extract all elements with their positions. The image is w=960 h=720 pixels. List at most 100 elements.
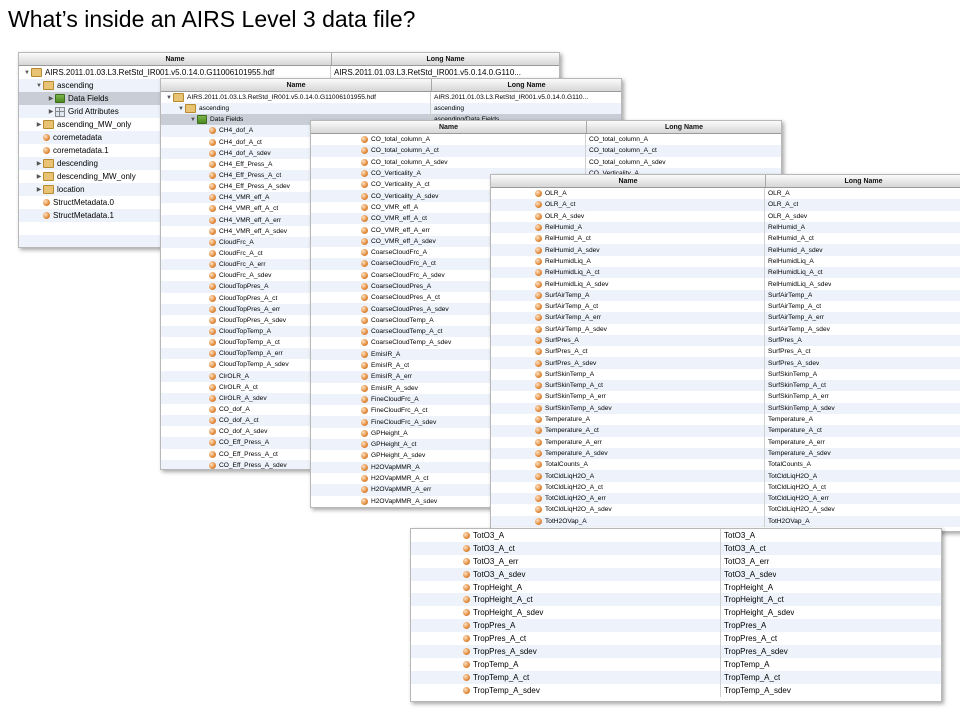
long-name-column-header[interactable]: Long Name — [766, 175, 960, 187]
expand-triangle-icon[interactable]: ▼ — [35, 83, 43, 89]
tree-row[interactable]: TotO3_A TotO3_A — [411, 529, 941, 542]
long-name-cell: TotCldLiqH2O_A_err — [768, 495, 829, 503]
collapse-triangle-icon[interactable]: ▶ — [35, 121, 43, 128]
dataset-icon — [535, 325, 542, 333]
tree-row[interactable]: SurfAirTemp_A SurfAirTemp_A — [491, 289, 960, 301]
dataset-icon — [361, 136, 368, 144]
tree-row[interactable]: SurfSkinTemp_A_ct SurfSkinTemp_A_ct — [491, 380, 960, 392]
tree-row[interactable]: TropHeight_A_ct TropHeight_A_ct — [411, 593, 941, 607]
tree-row[interactable]: RelHumidLiq_A RelHumidLiq_A — [491, 255, 960, 268]
item-name: TotalCounts_A — [545, 461, 588, 469]
tree-row[interactable]: OLR_A OLR_A — [491, 188, 960, 200]
tree-row[interactable]: CO_total_column_A_sdev CO_total_column_A_… — [311, 156, 781, 168]
dataset-icon — [463, 647, 470, 655]
collapse-triangle-icon[interactable]: ▶ — [35, 173, 43, 180]
long-name-column-header[interactable]: Long Name — [332, 53, 559, 65]
dataset-icon — [535, 427, 542, 435]
tree-row[interactable]: TotO3_A_ct TotO3_A_ct — [411, 541, 941, 555]
expand-triangle-icon[interactable]: ▼ — [189, 117, 197, 123]
expand-triangle-icon[interactable]: ▼ — [177, 106, 185, 112]
name-column-header[interactable]: Name — [19, 53, 332, 65]
tree-row[interactable]: SurfPres_A SurfPres_A — [491, 334, 960, 347]
dataset-icon — [535, 461, 542, 469]
tree-row[interactable]: Temperature_A_err Temperature_A_err — [491, 436, 960, 448]
tree-row[interactable]: SurfAirTemp_A_ct SurfAirTemp_A_ct — [491, 300, 960, 313]
tree-row[interactable]: TotH2OVap_A TotH2OVap_A — [491, 515, 960, 527]
long-name-cell: TotO3_A_sdev — [724, 569, 777, 579]
tree-row[interactable]: TotCldLiqH2O_A_err TotCldLiqH2O_A_err — [491, 493, 960, 505]
item-name: CO_VMR_eff_A_ct — [371, 215, 427, 223]
item-name: CO_VMR_eff_A_sdev — [371, 237, 436, 245]
tree-row[interactable]: CO_total_column_A CO_total_column_A — [311, 134, 781, 146]
item-name: CO_dof_A_sdev — [219, 428, 268, 436]
item-name: Temperature_A — [545, 416, 591, 424]
dataset-icon — [361, 429, 368, 437]
item-name: CoarseCloudTemp_A — [371, 316, 434, 324]
name-column-header[interactable]: Name — [491, 175, 766, 187]
collapse-triangle-icon[interactable]: ▶ — [47, 108, 55, 115]
tree-row[interactable]: SurfSkinTemp_A_err SurfSkinTemp_A_err — [491, 391, 960, 403]
dataset-icon — [361, 452, 368, 460]
tree-row[interactable]: TropTemp_A_sdev TropTemp_A_sdev — [411, 683, 941, 697]
tree-row[interactable]: TropPres_A_ct TropPres_A_ct — [411, 632, 941, 646]
long-name-cell: TropTemp_A_sdev — [724, 685, 791, 695]
long-name-cell: TotH2OVap_A — [768, 517, 810, 525]
tree-row[interactable]: TotCldLiqH2O_A_ct TotCldLiqH2O_A_ct — [491, 481, 960, 494]
long-name-cell: TotO3_A — [724, 530, 756, 540]
tree-row[interactable]: ▼ ascending ascending — [161, 103, 621, 115]
tree-row[interactable]: SurfPres_A_sdev SurfPres_A_sdev — [491, 357, 960, 369]
name-column-header[interactable]: Name — [311, 121, 587, 133]
item-name: TropPres_A_sdev — [473, 646, 537, 656]
tree-row[interactable]: SurfPres_A_ct SurfPres_A_ct — [491, 346, 960, 358]
collapse-triangle-icon[interactable]: ▶ — [35, 186, 43, 193]
item-name: CloudFrc_A_ct — [219, 250, 263, 258]
dataset-icon — [535, 382, 542, 390]
tree-row[interactable]: TropPres_A TropPres_A — [411, 619, 941, 633]
tree-row[interactable]: TotalCounts_A TotalCounts_A — [491, 459, 960, 471]
tree-row[interactable]: RelHumid_A_ct RelHumid_A_ct — [491, 233, 960, 245]
tree-row[interactable]: ▼ AIRS.2011.01.03.L3.RetStd_IR001.v5.0.14… — [161, 92, 621, 104]
long-name-column-header[interactable]: Long Name — [432, 79, 621, 91]
tree-row[interactable]: TotCldLiqH2O_A TotCldLiqH2O_A — [491, 470, 960, 482]
tree-row[interactable]: SurfAirTemp_A_sdev SurfAirTemp_A_sdev — [491, 323, 960, 335]
tree-row[interactable]: TropHeight_A_sdev TropHeight_A_sdev — [411, 606, 941, 620]
tree-row[interactable]: Temperature_A_sdev Temperature_A_sdev — [491, 447, 960, 460]
data-fields-icon — [197, 115, 207, 125]
tree-row[interactable]: Temperature_A Temperature_A — [491, 413, 960, 426]
tree-row[interactable]: SurfAirTemp_A_err SurfAirTemp_A_err — [491, 312, 960, 324]
tree-row[interactable]: OLR_A_sdev OLR_A_sdev — [491, 210, 960, 222]
item-name: CloudFrc_A_err — [219, 261, 266, 269]
tree-row[interactable]: SurfSkinTemp_A SurfSkinTemp_A — [491, 368, 960, 381]
long-name-cell: TropHeight_A_ct — [724, 595, 784, 605]
name-cell: SurfAirTemp_A_sdev — [491, 323, 765, 335]
tree-row[interactable]: TotO3_A_err TotO3_A_err — [411, 554, 941, 568]
tree-row[interactable]: OLR_A_ct OLR_A_ct — [491, 199, 960, 211]
collapse-triangle-icon[interactable]: ▶ — [35, 160, 43, 167]
expand-triangle-icon[interactable]: ▼ — [165, 95, 173, 101]
tree-row[interactable]: TropPres_A_sdev TropPres_A_sdev — [411, 645, 941, 658]
tree-row[interactable]: RelHumid_A_sdev RelHumid_A_sdev — [491, 244, 960, 256]
tree-row[interactable]: SurfSkinTemp_A_sdev SurfSkinTemp_A_sdev — [491, 402, 960, 414]
item-name: CO_Verticality_A — [371, 170, 421, 178]
tree-row[interactable]: RelHumidLiq_A_sdev RelHumidLiq_A_sdev — [491, 278, 960, 290]
tree-row[interactable]: RelHumidLiq_A_ct RelHumidLiq_A_ct — [491, 267, 960, 279]
tree-row[interactable]: TropTemp_A_ct TropTemp_A_ct — [411, 670, 941, 684]
name-cell: SurfSkinTemp_A_sdev — [491, 402, 765, 414]
expand-triangle-icon[interactable]: ▼ — [23, 70, 31, 76]
tree-row[interactable]: RelHumid_A RelHumid_A — [491, 221, 960, 234]
tree-row[interactable]: CO_total_column_A_ct CO_total_column_A_ct — [311, 145, 781, 157]
tree-row[interactable]: TotCldLiqH2O_A_sdev TotCldLiqH2O_A_sdev — [491, 504, 960, 516]
column-header: Name Long Name — [311, 121, 781, 134]
name-column-header[interactable]: Name — [161, 79, 432, 91]
tree-row[interactable]: Temperature_A_ct Temperature_A_ct — [491, 425, 960, 437]
item-name: CO_Verticality_A_ct — [371, 181, 430, 189]
dataset-icon — [361, 215, 368, 223]
folder-icon — [185, 104, 196, 114]
tree-row[interactable]: TotO3_A_sdev TotO3_A_sdev — [411, 567, 941, 581]
dataset-icon — [535, 416, 542, 424]
item-name: Grid Attributes — [68, 107, 119, 116]
long-name-column-header[interactable]: Long Name — [587, 121, 781, 133]
collapse-triangle-icon[interactable]: ▶ — [47, 95, 55, 102]
tree-row[interactable]: TropHeight_A TropHeight_A — [411, 580, 941, 594]
tree-row[interactable]: TropTemp_A TropTemp_A — [411, 657, 941, 671]
